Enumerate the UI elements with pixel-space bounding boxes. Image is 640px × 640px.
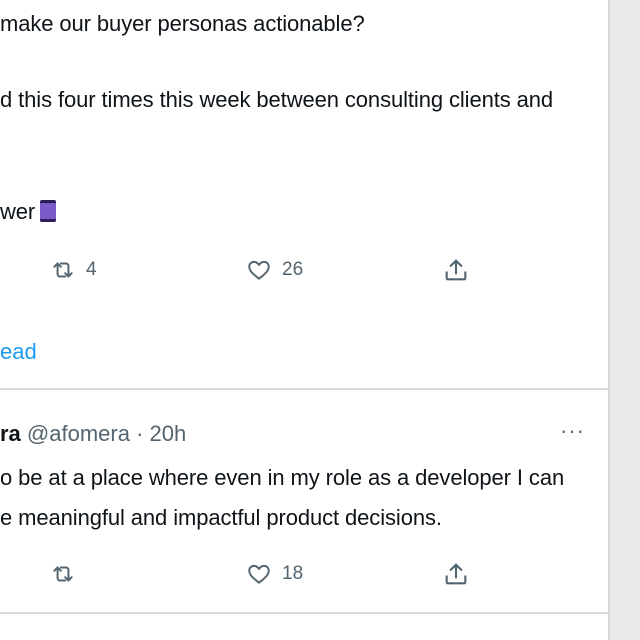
separator-dot: · xyxy=(136,421,144,446)
heart-icon xyxy=(248,260,270,280)
share-button[interactable] xyxy=(442,256,470,284)
share-button[interactable] xyxy=(442,560,470,588)
tweet-text-line: wer xyxy=(0,198,57,226)
tweet-text-line: o be at a place where even in my role as… xyxy=(0,465,565,490)
retweet-count: 4 xyxy=(86,259,97,280)
like-button[interactable]: 18 xyxy=(246,561,303,587)
retweet-icon xyxy=(53,262,73,278)
more-icon[interactable]: ··· xyxy=(560,418,585,444)
share-icon xyxy=(445,563,467,585)
tweet-divider xyxy=(0,388,608,390)
heart-icon xyxy=(248,564,270,584)
tweet-text-fragment: wer xyxy=(0,199,36,224)
tweet-feed: make our buyer personas actionable? d th… xyxy=(0,0,608,640)
show-thread-link[interactable]: ead xyxy=(0,338,37,366)
tweet-text-line: d this four times this week between cons… xyxy=(0,87,554,112)
retweet-icon xyxy=(53,566,73,582)
thread-spool-emoji xyxy=(40,200,57,222)
tweet-text-line: make our buyer personas actionable? xyxy=(0,11,365,36)
like-count: 18 xyxy=(282,563,304,584)
retweet-button[interactable] xyxy=(50,561,86,587)
tweet-text-line: e meaningful and impactful product decis… xyxy=(0,505,442,530)
like-button[interactable]: 26 xyxy=(246,257,303,283)
author-name[interactable]: ra xyxy=(0,421,21,446)
retweet-button[interactable]: 4 xyxy=(50,257,97,283)
tweet-author-row: ra @afomera · 20h xyxy=(0,420,186,448)
next-tweet-edge xyxy=(0,614,608,640)
share-icon xyxy=(445,259,467,281)
author-handle[interactable]: @afomera xyxy=(27,421,130,446)
column-border xyxy=(608,0,610,640)
like-count: 26 xyxy=(282,259,304,280)
tweet-timestamp[interactable]: 20h xyxy=(150,421,187,446)
